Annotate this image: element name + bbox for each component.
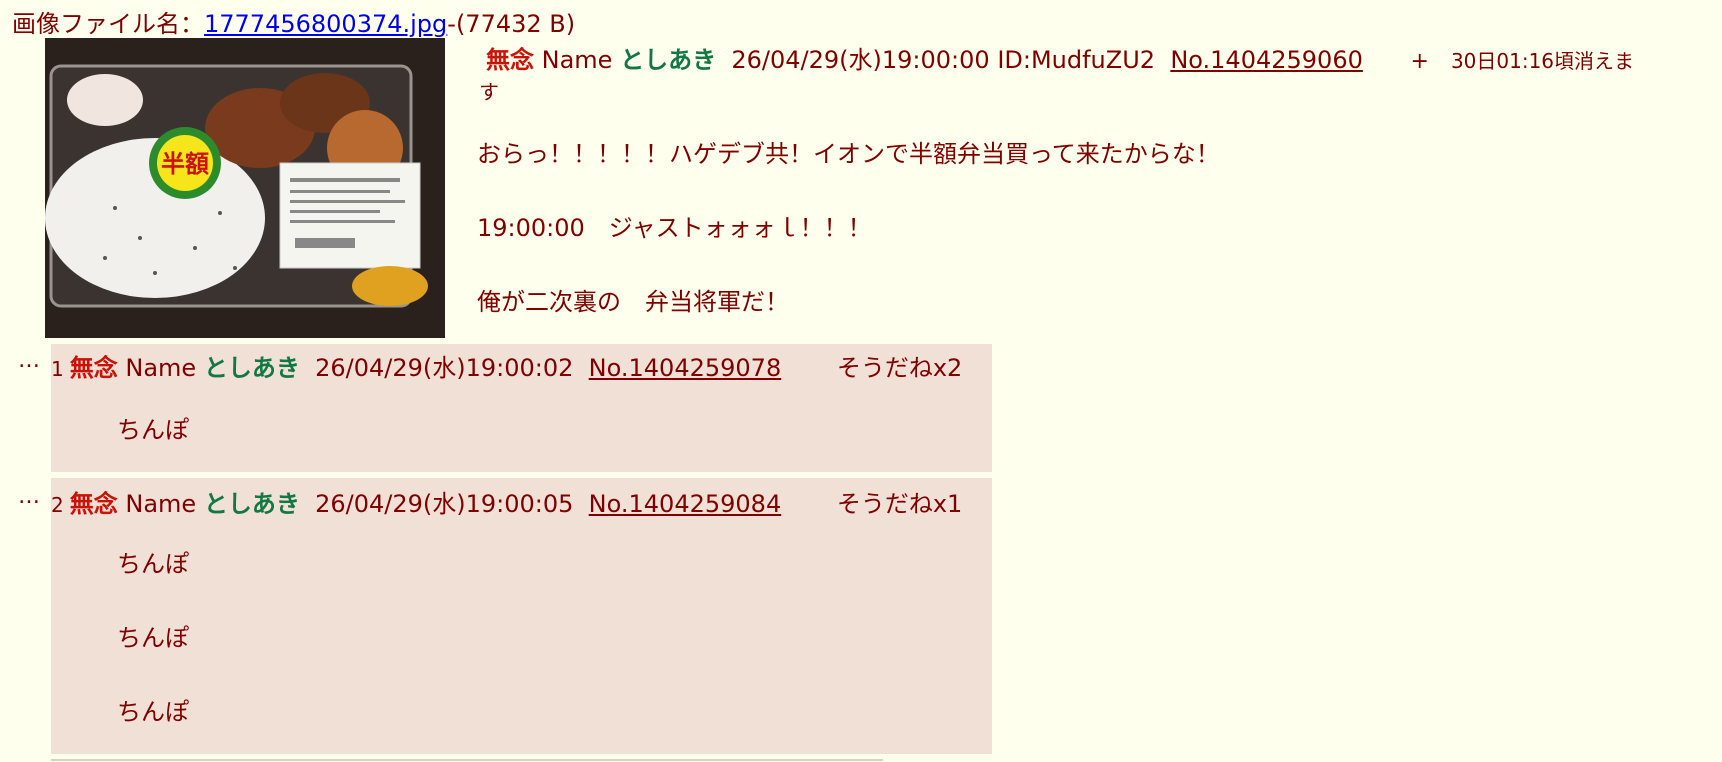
reply-post-number[interactable]: No.1404259078 [589, 354, 782, 382]
reply-subject: 無念 [69, 354, 118, 382]
op-name-label: Name [541, 46, 613, 74]
svg-text:半額: 半額 [161, 150, 209, 178]
reply-body-line: ちんぽ [117, 416, 189, 444]
op-post-number[interactable]: No.1404259060 [1170, 46, 1363, 74]
reply-post: 1 無念 Name としあき 26/04/29(水)19:00:02 No.140… [51, 344, 992, 472]
sodane-button[interactable]: そうだねx1 [837, 490, 962, 518]
reply-post: 2 無念 Name としあき 26/04/29(水)19:00:05 No.140… [51, 478, 992, 754]
op-expire-wrap: す [479, 80, 499, 104]
reply-header: 1 無念 Name としあき 26/04/29(水)19:00:02 No.140… [51, 348, 962, 383]
reply-name: としあき [203, 490, 300, 518]
reply-name: としあき [203, 354, 300, 382]
file-link[interactable]: 1777456800374.jpg [204, 10, 447, 38]
reply-name-label: Name [125, 490, 197, 518]
sodane-button[interactable]: そうだねx2 [837, 354, 962, 382]
file-size: -(77432 B) [447, 10, 576, 38]
op-body-line: 19:00:00 ジャストォォォｌ！！！ [477, 214, 872, 242]
op-subject: 無念 [486, 46, 534, 74]
reply-dots: … [18, 348, 40, 373]
reply-index: 1 [51, 357, 64, 381]
op-plus-button[interactable]: + [1411, 49, 1429, 74]
op-expire-time: 30日01:16頃消えま [1450, 49, 1635, 73]
op-body-line: おらっ！！！！！ハゲデブ共！イオンで半額弁当買って来たからな！ [477, 140, 1220, 168]
reply-post-number[interactable]: No.1404259084 [589, 490, 782, 518]
file-info: 画像ファイル名：1777456800374.jpg-(77432 B) [12, 4, 575, 39]
op-header: 無念 Name としあき 26/04/29(水)19:00:00 ID:Mudf… [486, 40, 1634, 75]
reply-datetime: 26/04/29(水)19:00:02 [315, 354, 574, 382]
op-body-line: 俺が二次裏の 弁当将軍だ！ [477, 288, 789, 316]
reply-dots: … [18, 484, 40, 509]
thumbnail-image[interactable]: 半額 [45, 38, 445, 338]
op-name: としあき [620, 46, 717, 74]
op-datetime: 26/04/29(水)19:00:00 [731, 46, 990, 74]
file-info-prefix: 画像ファイル名： [12, 10, 204, 38]
reply-subject: 無念 [69, 490, 118, 518]
reply-index: 2 [51, 493, 64, 517]
reply-name-label: Name [125, 354, 197, 382]
divider [51, 759, 883, 761]
reply-body-line: ちんぽ [117, 624, 189, 652]
reply-body-line: ちんぽ [117, 550, 189, 578]
reply-header: 2 無念 Name としあき 26/04/29(水)19:00:05 No.140… [51, 484, 962, 519]
reply-datetime: 26/04/29(水)19:00:05 [315, 490, 574, 518]
op-id: ID:MudfuZU2 [997, 46, 1156, 74]
bento-photo-icon: 半額 [45, 38, 445, 338]
reply-body-line: ちんぽ [117, 698, 189, 726]
